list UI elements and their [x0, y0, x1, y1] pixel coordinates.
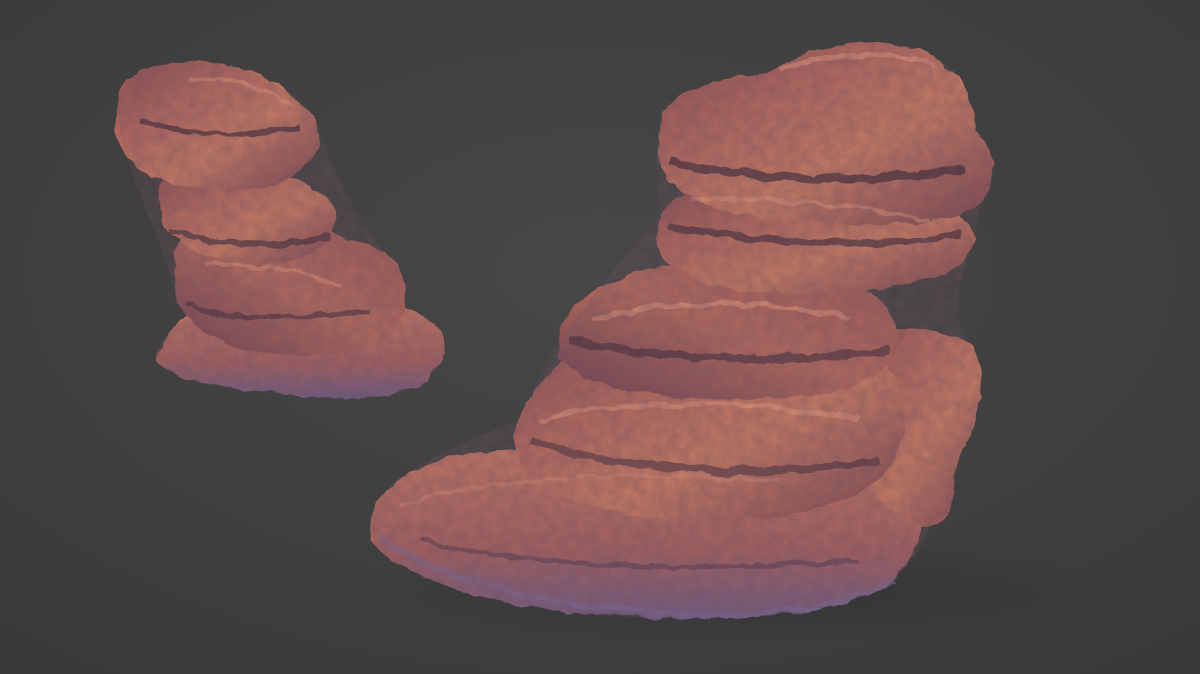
rock-render-scene	[0, 0, 1200, 674]
render-viewport	[0, 0, 1200, 674]
